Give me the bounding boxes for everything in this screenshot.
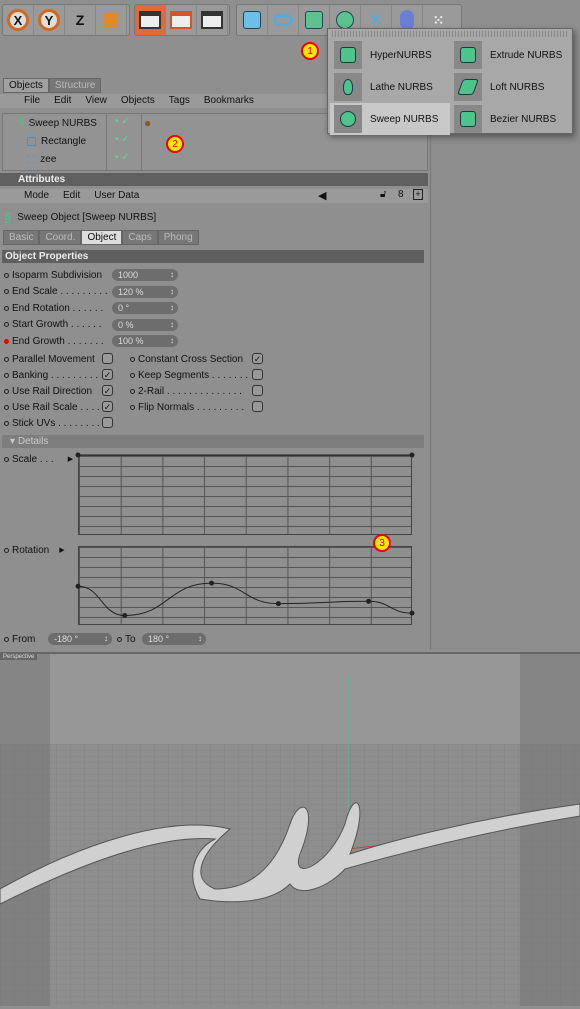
menu-item-loft-nurbs[interactable]: Loft NURBS <box>450 71 570 103</box>
from-label: From <box>4 632 35 646</box>
spline-curves <box>75 452 415 619</box>
rotation-curve <box>77 582 413 617</box>
perspective-viewport[interactable]: Perspective <box>0 652 580 1006</box>
rotation-point[interactable] <box>275 601 281 607</box>
scene-render <box>0 654 580 1006</box>
particle-icon: ⁙ <box>432 11 445 28</box>
from-field[interactable]: -180 ° <box>48 633 112 645</box>
rotation-point[interactable] <box>75 583 81 589</box>
rotation-point[interactable] <box>122 613 128 619</box>
menu-item-extrude-nurbs[interactable]: Extrude NURBS <box>450 39 570 71</box>
bezier-nurbs-icon <box>454 105 482 133</box>
to-label: To <box>117 632 136 646</box>
scale-point[interactable] <box>409 452 415 458</box>
viewport-label: Perspective <box>0 654 38 660</box>
extrude-nurbs-icon <box>454 41 482 69</box>
annotation-3: 3 <box>373 534 391 552</box>
scale-point[interactable] <box>75 452 81 458</box>
loft-nurbs-icon <box>454 73 482 101</box>
rotation-point[interactable] <box>366 598 372 604</box>
menu-item-bezier-nurbs[interactable]: Bezier NURBS <box>450 103 570 135</box>
to-field[interactable]: 180 ° <box>142 633 206 645</box>
rotation-point[interactable] <box>209 580 215 586</box>
rotation-point[interactable] <box>409 610 415 616</box>
